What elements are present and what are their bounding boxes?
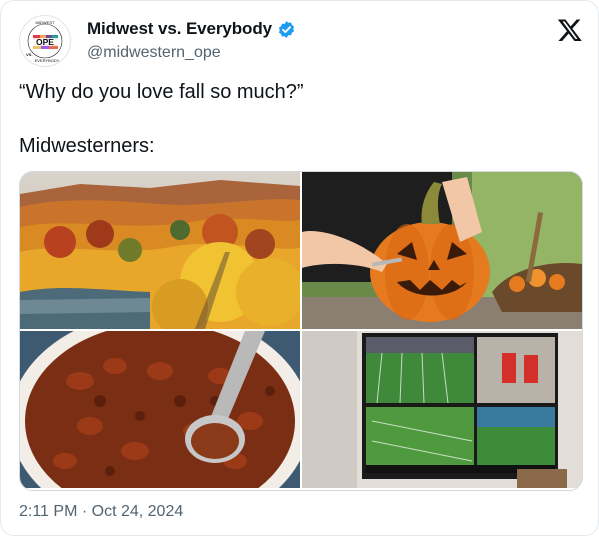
avatar-ring-top: MIDWEST [36,20,55,25]
timestamp-separator: · [77,503,92,520]
pumpkin-carving-image[interactable] [302,172,582,329]
tweet-line-answer: Midwesterners: [19,135,155,157]
chili-bowl-image[interactable] [20,331,300,488]
handle[interactable]: @midwestern_ope [87,44,221,62]
tweet-card: OPE MIDWEST EVERYBODY VS. Midwest vs. Ev… [0,0,599,536]
verified-badge-icon [277,20,296,39]
avatar-vs: VS. [26,52,32,57]
fall-foliage-image[interactable] [20,172,300,329]
display-name[interactable]: Midwest vs. Everybody [87,19,272,39]
football-tv-image[interactable] [302,331,582,488]
tweet-text: “Why do you love fall so much?” Midweste… [19,79,579,159]
avatar-logo: OPE MIDWEST EVERYBODY VS. [21,17,69,65]
media-grid [19,171,583,491]
name-row: Midwest vs. Everybody [87,17,296,41]
timestamp[interactable]: 2:11 PM · Oct 24, 2024 [19,503,183,521]
tweet-line-question: “Why do you love fall so much?” [19,81,304,103]
avatar-ring-bottom: EVERYBODY [35,58,60,63]
x-logo-icon[interactable] [557,17,583,43]
tweet-time: 2:11 PM [19,503,78,520]
avatar-text: OPE [36,37,54,47]
avatar[interactable]: OPE MIDWEST EVERYBODY VS. [19,15,71,67]
tweet-date: Oct 24, 2024 [91,503,184,520]
tweet-header: OPE MIDWEST EVERYBODY VS. Midwest vs. Ev… [19,13,585,69]
